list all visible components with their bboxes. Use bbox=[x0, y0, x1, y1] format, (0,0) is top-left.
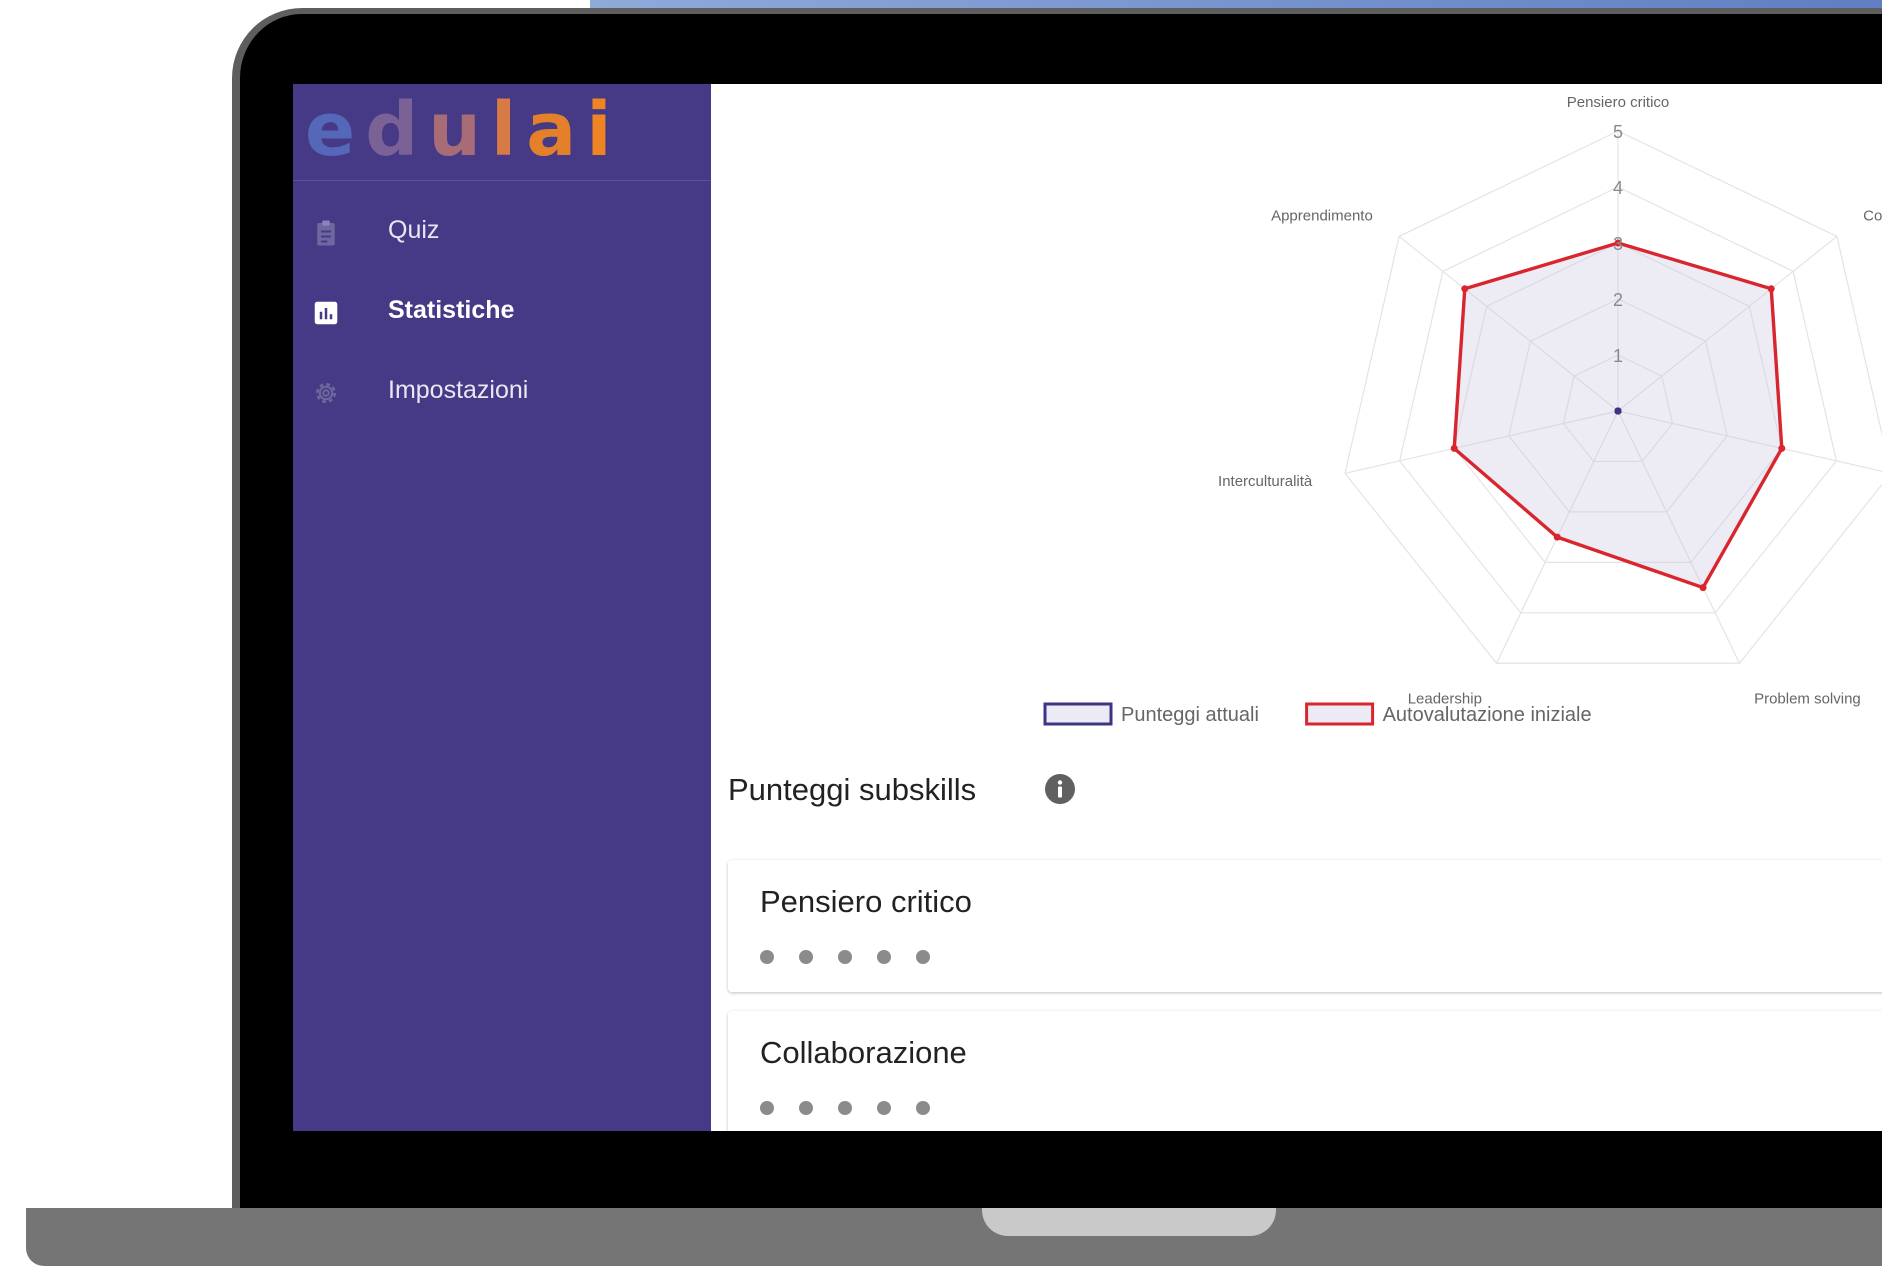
rating-dot bbox=[799, 950, 813, 964]
rating-dot bbox=[760, 950, 774, 964]
sidebar-item-statistiche[interactable]: Statistiche bbox=[293, 282, 711, 342]
edulai-logo[interactable]: edulai bbox=[305, 90, 622, 170]
sidebar-item-label: Quiz bbox=[388, 216, 440, 244]
rating-dots bbox=[760, 950, 955, 969]
rating-dot bbox=[916, 1101, 930, 1115]
radar-tick-label: 1 bbox=[1613, 346, 1623, 366]
rating-dot bbox=[799, 1101, 813, 1115]
legend-swatch bbox=[1305, 702, 1375, 726]
radar-axis-label: Problem solving bbox=[1754, 691, 1861, 708]
radar-axis-label: Collabora bbox=[1863, 207, 1882, 224]
rating-dot bbox=[760, 1101, 774, 1115]
subskill-card[interactable]: Pensiero critico bbox=[728, 860, 1882, 992]
radar-data-point bbox=[1553, 533, 1561, 541]
rating-dot bbox=[877, 950, 891, 964]
sidebar: edulai Quiz Statistiche Impostazioni bbox=[293, 84, 711, 1131]
radar-data-point bbox=[1450, 444, 1458, 452]
radar-axis-label: Apprendimento bbox=[1271, 207, 1373, 224]
rating-dot bbox=[916, 950, 930, 964]
gear-icon bbox=[316, 383, 336, 403]
laptop-base bbox=[26, 1208, 1882, 1266]
sidebar-divider bbox=[293, 180, 711, 181]
card-title: Collaborazione bbox=[760, 1035, 967, 1070]
radar-data-point bbox=[1767, 285, 1775, 293]
main-content: 12345Pensiero criticoCollaboraCoProblem … bbox=[711, 84, 1882, 1131]
radar-chart: 12345Pensiero criticoCollaboraCoProblem … bbox=[1043, 94, 1882, 726]
radar-data-point bbox=[1461, 285, 1469, 293]
sidebar-item-label: Statistiche bbox=[388, 296, 515, 324]
radar-axis-label: Interculturalità bbox=[1218, 473, 1313, 490]
subskill-card[interactable]: Collaborazione bbox=[728, 1011, 1882, 1131]
radar-data-point bbox=[1778, 444, 1786, 452]
rating-dot bbox=[838, 1101, 852, 1115]
bar-chart-icon bbox=[314, 301, 338, 325]
legend-label: Punteggi attuali bbox=[1121, 704, 1259, 726]
sidebar-item-quiz[interactable]: Quiz bbox=[293, 202, 711, 262]
clipboard-icon bbox=[317, 220, 335, 246]
rating-dot bbox=[877, 1101, 891, 1115]
rating-dot bbox=[838, 950, 852, 964]
card-title: Pensiero critico bbox=[760, 884, 972, 919]
info-icon[interactable] bbox=[1044, 773, 1076, 805]
rating-dots bbox=[760, 1101, 955, 1120]
radar-tick-label: 2 bbox=[1613, 290, 1623, 310]
laptop-notch bbox=[982, 1208, 1276, 1236]
radar-tick-label: 5 bbox=[1613, 122, 1623, 142]
legend-label: Autovalutazione iniziale bbox=[1383, 704, 1592, 726]
legend-swatch bbox=[1043, 702, 1113, 726]
section-title: Punteggi subskills bbox=[728, 772, 977, 807]
radar-data-point bbox=[1614, 407, 1622, 415]
sidebar-item-label: Impostazioni bbox=[388, 376, 529, 404]
radar-tick-label: 3 bbox=[1613, 234, 1623, 254]
app-screen: edulai Quiz Statistiche Impostazioni 1 2… bbox=[293, 84, 1882, 1131]
radar-tick-label: 4 bbox=[1613, 178, 1623, 198]
radar-axis-label: Pensiero critico bbox=[1567, 94, 1670, 111]
radar-data-point bbox=[1699, 584, 1707, 592]
sidebar-item-impostazioni[interactable]: Impostazioni bbox=[293, 362, 711, 422]
